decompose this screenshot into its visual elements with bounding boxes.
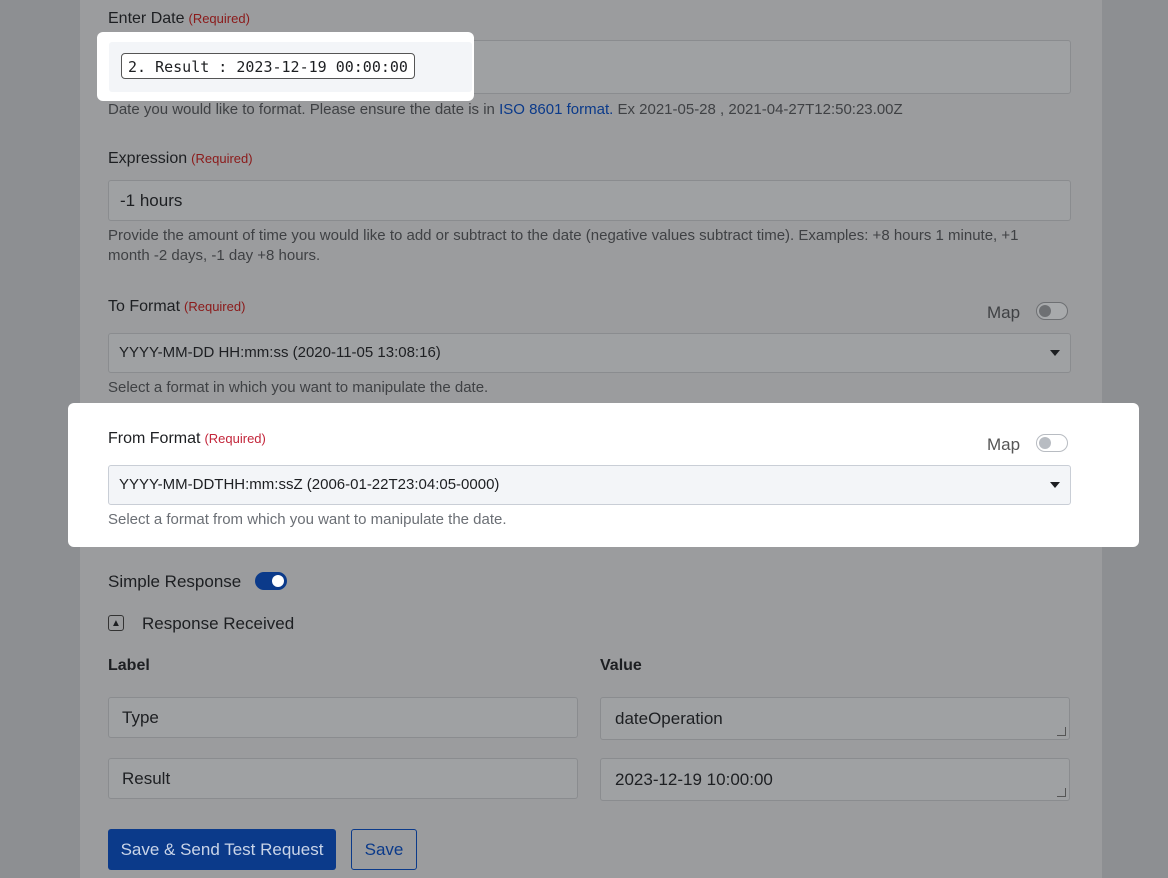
- resize-handle-icon[interactable]: [1057, 788, 1066, 797]
- from-format-label: From Format (Required): [108, 430, 266, 447]
- to-format-map-label: Map: [987, 303, 1021, 322]
- required-marker: (Required): [184, 299, 246, 314]
- required-marker: (Required): [191, 151, 253, 166]
- toggle-knob: [1039, 305, 1051, 317]
- expression-help: Provide the amount of time you would lik…: [108, 227, 1019, 264]
- response-label-result[interactable]: Result: [108, 758, 578, 799]
- enter-date-label: Enter Date (Required): [108, 10, 250, 27]
- from-format-help: Select a format from which you want to m…: [108, 511, 507, 528]
- response-received-title: Response Received: [142, 614, 295, 633]
- resize-handle-icon[interactable]: [1057, 727, 1066, 736]
- response-value-type[interactable]: dateOperation: [600, 697, 1070, 740]
- col-header-label: Label: [108, 657, 150, 674]
- chevron-down-icon: [1050, 482, 1060, 488]
- required-marker: (Required): [188, 11, 250, 26]
- response-label-type[interactable]: Type: [108, 697, 578, 738]
- chevron-down-icon: [1050, 350, 1060, 356]
- from-format-select[interactable]: YYYY-MM-DDTHH:mm:ssZ (2006-01-22T23:04:0…: [108, 465, 1071, 505]
- iso8601-link[interactable]: ISO 8601 format.: [499, 101, 613, 118]
- to-format-help: Select a format in which you want to man…: [108, 379, 489, 396]
- toggle-knob: [272, 575, 284, 587]
- simple-response-toggle[interactable]: [255, 572, 287, 590]
- toggle-knob: [1039, 437, 1051, 449]
- save-and-send-button[interactable]: Save & Send Test Request: [108, 829, 336, 870]
- expression-label: Expression (Required): [108, 150, 253, 167]
- collapse-chevron-up-icon[interactable]: ▲: [108, 615, 124, 631]
- date-token-chip[interactable]: 2. Result : 2023-12-19 00:00:00: [121, 53, 415, 79]
- from-format-map-toggle[interactable]: [1036, 434, 1068, 452]
- to-format-label: To Format (Required): [108, 298, 246, 315]
- from-format-map-label: Map: [987, 435, 1021, 454]
- response-value-result[interactable]: 2023-12-19 10:00:00: [600, 758, 1070, 801]
- to-format-map-toggle[interactable]: [1036, 302, 1068, 320]
- simple-response-label: Simple Response: [108, 572, 242, 591]
- save-button[interactable]: Save: [351, 829, 417, 870]
- enter-date-help: Date you would like to format. Please en…: [108, 101, 903, 118]
- expression-input[interactable]: -1 hours: [108, 180, 1071, 221]
- col-header-value: Value: [600, 657, 642, 674]
- required-marker: (Required): [204, 431, 266, 446]
- to-format-select[interactable]: YYYY-MM-DD HH:mm:ss (2020-11-05 13:08:16…: [108, 333, 1071, 373]
